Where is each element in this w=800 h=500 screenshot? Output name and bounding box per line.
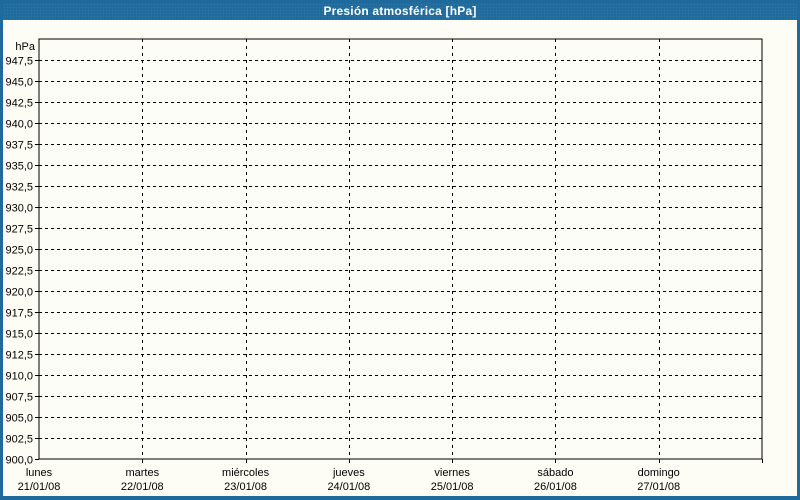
- pressure-chart-plot: 947,5 945,0 942,5 940,0 937,5 935,0 932,5 930,0…: [5, 38, 763, 493]
- y-tick-label: 932,5: [5, 182, 33, 194]
- x-tick-label-day: lunes: [26, 467, 53, 479]
- y-tick-label: 907,5: [5, 392, 33, 404]
- x-tick-label-date: 23/01/08: [224, 481, 267, 493]
- x-tick-label-date: 22/01/08: [121, 481, 164, 493]
- x-tick-label-day: miércoles: [222, 467, 270, 479]
- x-tick-label-day: jueves: [332, 467, 365, 479]
- y-tick-label: 942,5: [5, 98, 33, 110]
- x-tick-label-day: sábado: [537, 467, 573, 479]
- y-tick-label: 945,0: [5, 77, 33, 89]
- y-tick-label: 937,5: [5, 140, 33, 152]
- x-tick-label-day: domingo: [638, 467, 680, 479]
- y-tick-label: 915,0: [5, 329, 33, 341]
- y-tick-label: 920,0: [5, 287, 33, 299]
- y-tick-label: 912,5: [5, 350, 33, 362]
- y-tick-label: 905,0: [5, 413, 33, 425]
- y-tick-label: 922,5: [5, 266, 33, 278]
- x-tick-label-day: viernes: [434, 467, 470, 479]
- x-tick-label-day: martes: [125, 467, 159, 479]
- y-tick-label: 902,5: [5, 434, 33, 446]
- y-tick-label: 947,5: [5, 56, 33, 68]
- x-tick-label-date: 24/01/08: [327, 481, 370, 493]
- pressure-chart-window: Presión atmosférica [hPa] 947,5 945,0 942,…: [0, 0, 800, 500]
- y-tick-label: 917,5: [5, 308, 33, 320]
- y-axis-unit-label: hPa: [15, 41, 35, 53]
- x-tick-label-date: 25/01/08: [431, 481, 474, 493]
- x-tick-label-date: 26/01/08: [534, 481, 577, 493]
- y-tick-label: 910,0: [5, 371, 33, 383]
- y-tick-label: 935,0: [5, 161, 33, 173]
- y-tick-label: 930,0: [5, 203, 33, 215]
- y-tick-label: 900,0: [5, 455, 33, 467]
- y-tick-label: 940,0: [5, 119, 33, 131]
- x-tick-label-date: 21/01/08: [18, 481, 61, 493]
- y-tick-label: 927,5: [5, 224, 33, 236]
- x-tick-label-date: 27/01/08: [637, 481, 680, 493]
- y-tick-label: 925,0: [5, 245, 33, 257]
